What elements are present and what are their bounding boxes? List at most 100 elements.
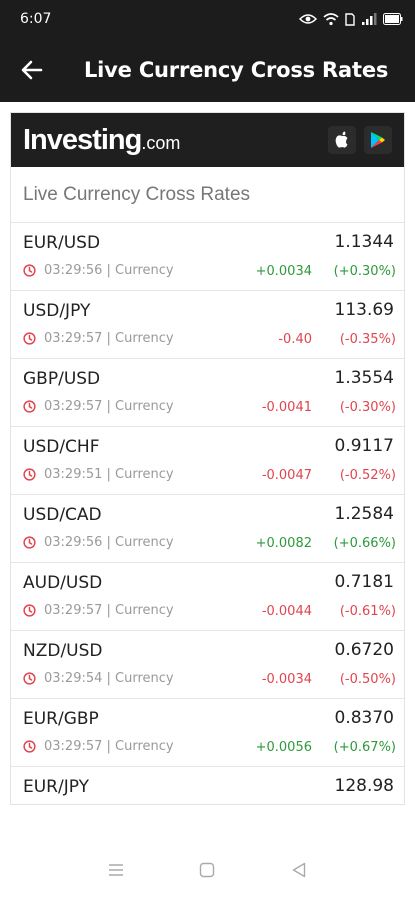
brand-bar: Investing .com: [11, 113, 404, 167]
row-category: Currency: [115, 399, 174, 414]
clock-icon: [23, 604, 36, 617]
back-button[interactable]: [0, 38, 64, 102]
nav-back-button[interactable]: [279, 850, 319, 890]
rate-row[interactable]: EUR/USD 1.1344 03:29:56 | Currency +0.0034 (…: [11, 223, 404, 291]
app-store-button[interactable]: [328, 126, 356, 154]
rate-value: 1.2584: [334, 504, 394, 524]
google-play-button[interactable]: [364, 126, 392, 154]
eye-icon: [299, 14, 317, 24]
rate-value: 1.3554: [334, 368, 394, 388]
status-bar: 6:07: [0, 0, 415, 38]
wifi-icon: [323, 12, 339, 25]
pair-name: EUR/GBP: [23, 709, 99, 729]
change-percent: (+0.67%): [333, 740, 396, 755]
signal-icon: [362, 12, 377, 25]
system-nav-bar: [0, 840, 415, 900]
rate-row[interactable]: USD/JPY 113.69 03:29:57 | Currency -0.40 (-0…: [11, 291, 404, 359]
rate-row[interactable]: GBP/USD 1.3554 03:29:57 | Currency -0.0041 (…: [11, 359, 404, 427]
rate-row[interactable]: USD/CHF 0.9117 03:29:51 | Currency -0.0047 (…: [11, 427, 404, 495]
status-time: 6:07: [20, 11, 52, 27]
rate-row[interactable]: EUR/JPY 128.98: [11, 767, 404, 804]
home-icon: [200, 862, 215, 878]
row-separator: |: [102, 467, 116, 482]
google-play-icon: [371, 132, 385, 148]
rate-value: 0.6720: [334, 640, 394, 660]
row-meta: 03:29:57 | Currency: [23, 399, 174, 414]
row-separator: |: [102, 603, 116, 618]
clock-icon: [23, 264, 36, 277]
row-category: Currency: [115, 603, 174, 618]
pair-name: GBP/USD: [23, 369, 101, 389]
clock-icon: [23, 536, 36, 549]
clock-icon: [23, 672, 36, 685]
rate-value: 0.9117: [334, 436, 394, 456]
row-time: 03:29:57: [44, 603, 103, 618]
app-bar: Live Currency Cross Rates: [0, 38, 415, 102]
row-time: 03:29:51: [44, 467, 103, 482]
section-title: Live Currency Cross Rates: [11, 167, 404, 223]
row-time: 03:29:56: [44, 535, 103, 550]
change-percent: (-0.35%): [339, 332, 396, 347]
clock-icon: [23, 740, 36, 753]
change-percent: (-0.50%): [339, 672, 396, 687]
brand-tld: .com: [141, 132, 181, 153]
change-percent: (-0.52%): [339, 468, 396, 483]
rate-row[interactable]: AUD/USD 0.7181 03:29:57 | Currency -0.0044 (…: [11, 563, 404, 631]
row-time: 03:29:57: [44, 739, 103, 754]
row-category: Currency: [115, 467, 174, 482]
row-meta: 03:29:57 | Currency: [23, 331, 174, 346]
store-buttons: [328, 126, 392, 154]
change-value: -0.0047: [261, 468, 312, 483]
nav-home-button[interactable]: [187, 850, 227, 890]
row-separator: |: [102, 331, 116, 346]
row-separator: |: [102, 739, 116, 754]
change-value: -0.0034: [261, 672, 312, 687]
arrow-left-icon: [21, 60, 43, 80]
row-meta: 03:29:57 | Currency: [23, 603, 174, 618]
status-icons: [299, 12, 403, 26]
change-value: -0.40: [278, 332, 312, 347]
rates-widget: Investing .com Live Currency Cross Rates…: [10, 112, 405, 805]
pair-name: AUD/USD: [23, 573, 103, 593]
change-value: +0.0082: [255, 536, 312, 551]
pair-name: EUR/USD: [23, 233, 101, 253]
change-value: -0.0044: [261, 604, 312, 619]
rate-value: 0.8370: [334, 708, 394, 728]
rate-value: 0.7181: [334, 572, 394, 592]
rate-row[interactable]: USD/CAD 1.2584 03:29:56 | Currency +0.0082 (…: [11, 495, 404, 563]
rate-value: 128.98: [334, 776, 394, 796]
change-value: +0.0056: [255, 740, 312, 755]
row-category: Currency: [115, 739, 174, 754]
page-title: Live Currency Cross Rates: [84, 58, 389, 82]
row-time: 03:29:56: [44, 263, 103, 278]
row-meta: 03:29:56 | Currency: [23, 263, 174, 278]
row-category: Currency: [115, 535, 174, 550]
change-percent: (+0.66%): [333, 536, 396, 551]
row-time: 03:29:57: [44, 399, 103, 414]
rate-row[interactable]: NZD/USD 0.6720 03:29:54 | Currency -0.0034 (…: [11, 631, 404, 699]
apple-icon: [335, 131, 348, 148]
row-category: Currency: [115, 263, 174, 278]
pair-name: USD/JPY: [23, 301, 91, 321]
row-meta: 03:29:51 | Currency: [23, 467, 174, 482]
pair-name: NZD/USD: [23, 641, 103, 661]
clock-icon: [23, 468, 36, 481]
row-time: 03:29:57: [44, 331, 103, 346]
pair-name: EUR/JPY: [23, 777, 89, 797]
pair-name: USD/CAD: [23, 505, 102, 525]
rate-row[interactable]: EUR/GBP 0.8370 03:29:57 | Currency +0.0056 (…: [11, 699, 404, 767]
row-separator: |: [102, 671, 116, 686]
nav-menu-button[interactable]: [96, 850, 136, 890]
row-meta: 03:29:57 | Currency: [23, 739, 174, 754]
row-separator: |: [102, 535, 116, 550]
sim-icon: [345, 12, 355, 26]
row-meta: 03:29:56 | Currency: [23, 535, 174, 550]
brand-logo[interactable]: Investing .com: [23, 124, 180, 157]
row-category: Currency: [115, 671, 174, 686]
row-time: 03:29:54: [44, 671, 103, 686]
row-separator: |: [102, 263, 116, 278]
battery-icon: [383, 13, 403, 25]
change-percent: (-0.30%): [339, 400, 396, 415]
row-meta: 03:29:54 | Currency: [23, 671, 174, 686]
pair-name: USD/CHF: [23, 437, 100, 457]
